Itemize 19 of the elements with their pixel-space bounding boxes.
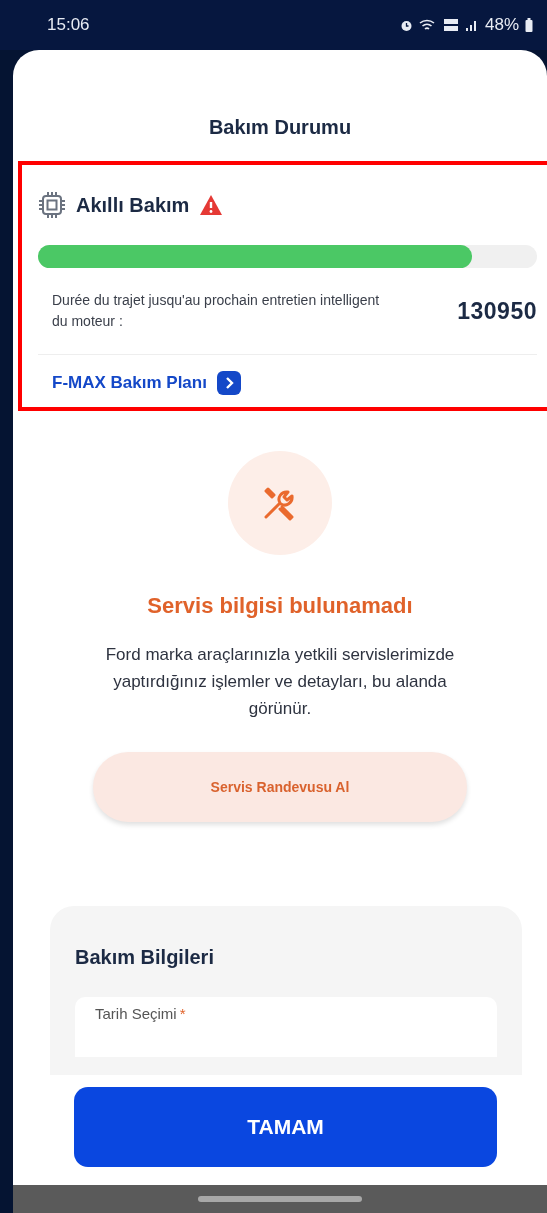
wifi-icon	[418, 18, 437, 32]
date-field[interactable]: Tarih Seçimi *	[75, 997, 497, 1057]
plan-link[interactable]: F-MAX Bakım Planı	[38, 371, 537, 395]
battery-percent: 48%	[484, 15, 519, 35]
alarm-icon	[399, 18, 413, 32]
signal-icon	[464, 18, 479, 32]
status-time: 15:06	[47, 15, 90, 35]
chip-icon	[38, 191, 66, 219]
empty-state-message: Ford marka araçlarınızla yetkili servislerimizde yaptırdığınız işlemler ve detayları, bu alanda görünür.	[104, 644, 456, 720]
page-title: Bakım Durumu	[207, 115, 353, 140]
distance-label: Durée du trajet jusqu'au prochain entretien intelligent du moteur :	[51, 291, 381, 331]
chevron-icon	[216, 371, 241, 395]
card-title: Bakım Bilgileri	[75, 946, 215, 969]
confirm-button[interactable]: TAMAM	[74, 1087, 497, 1167]
empty-state-heading: Servis bilgisi bulunamadı	[147, 593, 413, 619]
section-title: Akıllı Bakım	[76, 193, 190, 217]
distance-value: 130950	[457, 297, 537, 325]
home-indicator[interactable]	[198, 1196, 362, 1202]
battery-icon	[525, 18, 533, 32]
